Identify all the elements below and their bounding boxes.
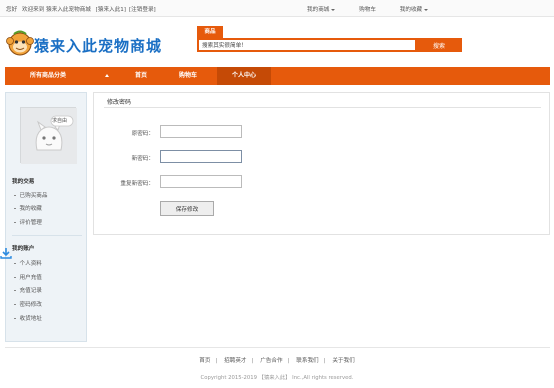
download-icon[interactable] (0, 247, 12, 259)
new-password-field[interactable] (160, 150, 242, 163)
copyright-text: Copyright 2015-2019 【猿来入此】 Inc.,All righ… (200, 375, 354, 381)
bullet-icon (14, 317, 16, 320)
greeting-text: 您好 (6, 7, 18, 13)
avatar[interactable]: 求自由 (20, 107, 77, 164)
footer-link-home[interactable]: 首页 (199, 358, 210, 364)
my-store-label: 我的商城 (307, 7, 330, 13)
change-password-panel: 修改密码 原密码： 新密码： 重复新密码： 保存修改 (93, 92, 550, 235)
footer-link-about[interactable]: 关于我们 (332, 358, 354, 364)
search-input[interactable] (197, 38, 417, 52)
nav-cart[interactable]: 购物车 (168, 67, 208, 85)
confirm-password-field[interactable] (160, 175, 242, 188)
sidebar-item-recharge[interactable]: 用户充值 (14, 273, 42, 281)
monkey-logo-icon (6, 30, 34, 56)
confirm-password-label: 重复新密码： (120, 181, 154, 187)
sidebar-item-recharge-history[interactable]: 充值记录 (14, 286, 42, 294)
new-password-label: 新密码： (131, 156, 154, 162)
cart-link[interactable]: 购物车 (359, 7, 376, 13)
old-password-label: 原密码： (131, 131, 154, 137)
sidebar-divider (12, 235, 82, 236)
main-nav: 所有商品分类 首页 购物车 个人中心 (5, 67, 550, 85)
sidebar-item-label: 充值记录 (19, 288, 42, 294)
save-button[interactable]: 保存修改 (160, 201, 214, 216)
sidebar-item-label: 我的收藏 (19, 206, 42, 212)
logout-link[interactable]: [注销登录] (129, 7, 156, 13)
bullet-icon (14, 276, 16, 279)
chevron-up-icon (105, 74, 109, 77)
sidebar-item-label: 评价管理 (19, 220, 42, 226)
chevron-down-icon (331, 8, 336, 11)
all-categories-menu[interactable]: 所有商品分类 (5, 67, 123, 85)
account-section-title: 我的账户 (12, 246, 35, 252)
sidebar-item-address[interactable]: 收货地址 (14, 314, 42, 322)
topbar-right: 我的商城 购物车 我的收藏 (307, 5, 450, 13)
favorites-label: 我的收藏 (399, 7, 423, 13)
avatar-face-icon (21, 108, 77, 164)
all-categories-label: 所有商品分类 (30, 72, 67, 79)
bullet-icon (14, 221, 16, 224)
welcome-text: 欢迎来到 猿来入此宠物商城 (21, 7, 91, 13)
logo-text: 猿来入此宠物商城 (34, 37, 163, 55)
sidebar-item-purchased[interactable]: 已购买商品 (14, 191, 47, 199)
footer-link-jobs[interactable]: 招聘英才 (224, 358, 246, 364)
bullet-icon (14, 194, 16, 197)
footer-links: 首页 | 招聘英才 | 广告合作 | 联系我们 | 关于我们 (199, 358, 355, 364)
sidebar-item-label: 已购买商品 (19, 193, 48, 199)
my-store-menu[interactable]: 我的商城 (307, 7, 336, 13)
site-logo[interactable]: 猿来入此宠物商城 (5, 26, 175, 58)
bullet-icon (14, 289, 16, 292)
footer-divider (5, 347, 550, 348)
topbar-left: 您好 欢迎来到 猿来入此宠物商城 [猿来入此1] [注销登录] (6, 5, 159, 13)
footer-link-contact[interactable]: 联系我们 (296, 358, 318, 364)
bullet-icon (14, 262, 16, 265)
top-bar: 您好 欢迎来到 猿来入此宠物商城 [猿来入此1] [注销登录] 我的商城 购物车 … (0, 0, 554, 17)
sidebar-item-change-password[interactable]: 密码修改 (14, 300, 42, 308)
nav-user-center[interactable]: 个人中心 (217, 67, 271, 85)
sidebar-item-reviews[interactable]: 评价管理 (14, 218, 42, 226)
bullet-icon (14, 303, 16, 306)
old-password-field[interactable] (160, 125, 242, 138)
bullet-icon (14, 207, 16, 210)
chevron-down-icon (424, 8, 429, 11)
avatar-badge-text: 求自由 (52, 118, 68, 124)
panel-title: 修改密码 (107, 99, 132, 106)
sidebar-item-favorites[interactable]: 我的收藏 (14, 204, 42, 212)
sidebar-item-label: 密码修改 (19, 302, 42, 308)
sidebar-item-label: 个人资料 (19, 261, 42, 267)
sidebar-item-label: 用户充值 (19, 275, 42, 281)
favorites-menu[interactable]: 我的收藏 (399, 7, 429, 13)
sidebar-item-profile[interactable]: 个人资料 (14, 259, 42, 267)
sidebar-item-label: 收货地址 (19, 316, 42, 322)
user-link[interactable]: [猿来入此1] (96, 7, 126, 13)
search-tab-products[interactable]: 商品 (197, 26, 223, 38)
search-button[interactable]: 搜索 (416, 38, 462, 52)
footer-link-ads[interactable]: 广告合作 (260, 358, 282, 364)
user-sidebar: 求自由 我的交易 已购买商品 我的收藏 评价管理 我的账户 个人资料 用户充值 … (5, 92, 87, 342)
trade-section-title: 我的交易 (12, 179, 35, 185)
nav-home[interactable]: 首页 (123, 67, 159, 85)
panel-divider (104, 107, 541, 108)
